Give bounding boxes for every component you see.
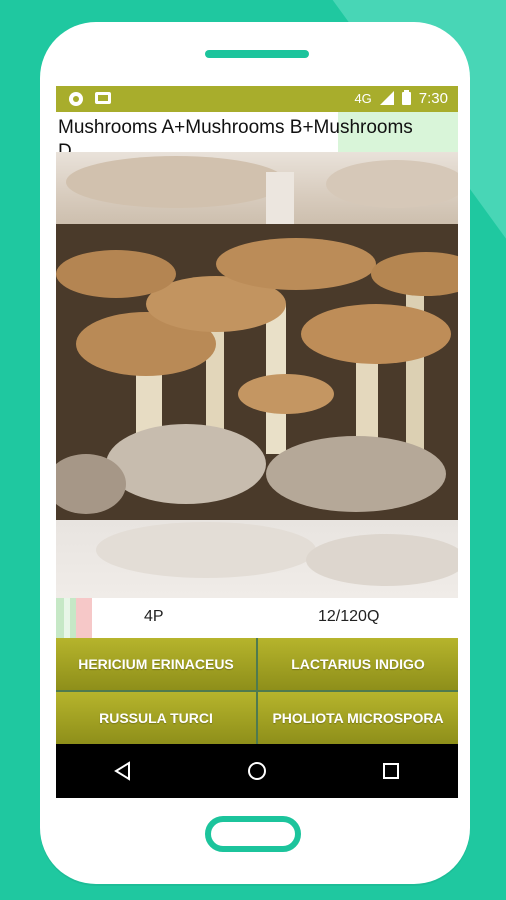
mushroom-image (56, 152, 458, 598)
image-bottom-faded (56, 520, 458, 598)
answer-button-3[interactable]: RUSSULA TURCI (56, 692, 256, 744)
signal-icon (379, 90, 394, 108)
quiz-title: Mushrooms A+Mushrooms B+Mushrooms D (56, 112, 458, 152)
answer-button-1[interactable]: HERICIUM ERINACEUS (56, 638, 256, 690)
phone-home-button[interactable] (205, 816, 301, 852)
message-icon (68, 91, 84, 110)
score-bar: 4P 12/120Q (56, 598, 458, 638)
status-bar: 4G 7:30 (56, 86, 458, 112)
navigation-bar (56, 744, 458, 798)
home-button[interactable] (227, 751, 287, 791)
title-line-1: Mushrooms A+Mushrooms B+Mushrooms (58, 117, 413, 138)
image-main (56, 224, 458, 520)
battery-icon (401, 90, 411, 108)
answer-button-2[interactable]: LACTARIUS INDIGO (258, 638, 458, 690)
back-button[interactable] (93, 751, 153, 791)
recents-button[interactable] (361, 751, 421, 791)
points-label: 4P (144, 608, 164, 625)
image-top-faded (56, 152, 458, 224)
progress-indicator (56, 598, 92, 638)
title-line-2: D (58, 141, 72, 152)
back-icon (114, 761, 130, 781)
answer-button-4[interactable]: PHOLIOTA MICROSPORA (258, 692, 458, 744)
notification-icon (94, 91, 112, 110)
phone-speaker (205, 50, 309, 58)
question-counter: 12/120Q (318, 608, 380, 625)
recents-icon (383, 763, 399, 779)
home-icon (248, 762, 266, 780)
answer-grid: HERICIUM ERINACEUS LACTARIUS INDIGO RUSS… (56, 638, 458, 744)
network-label: 4G (354, 91, 372, 106)
status-time: 7:30 (418, 90, 448, 107)
app-screen: 4G 7:30 Mushrooms A+Mushrooms B+Mushroom… (56, 86, 458, 798)
